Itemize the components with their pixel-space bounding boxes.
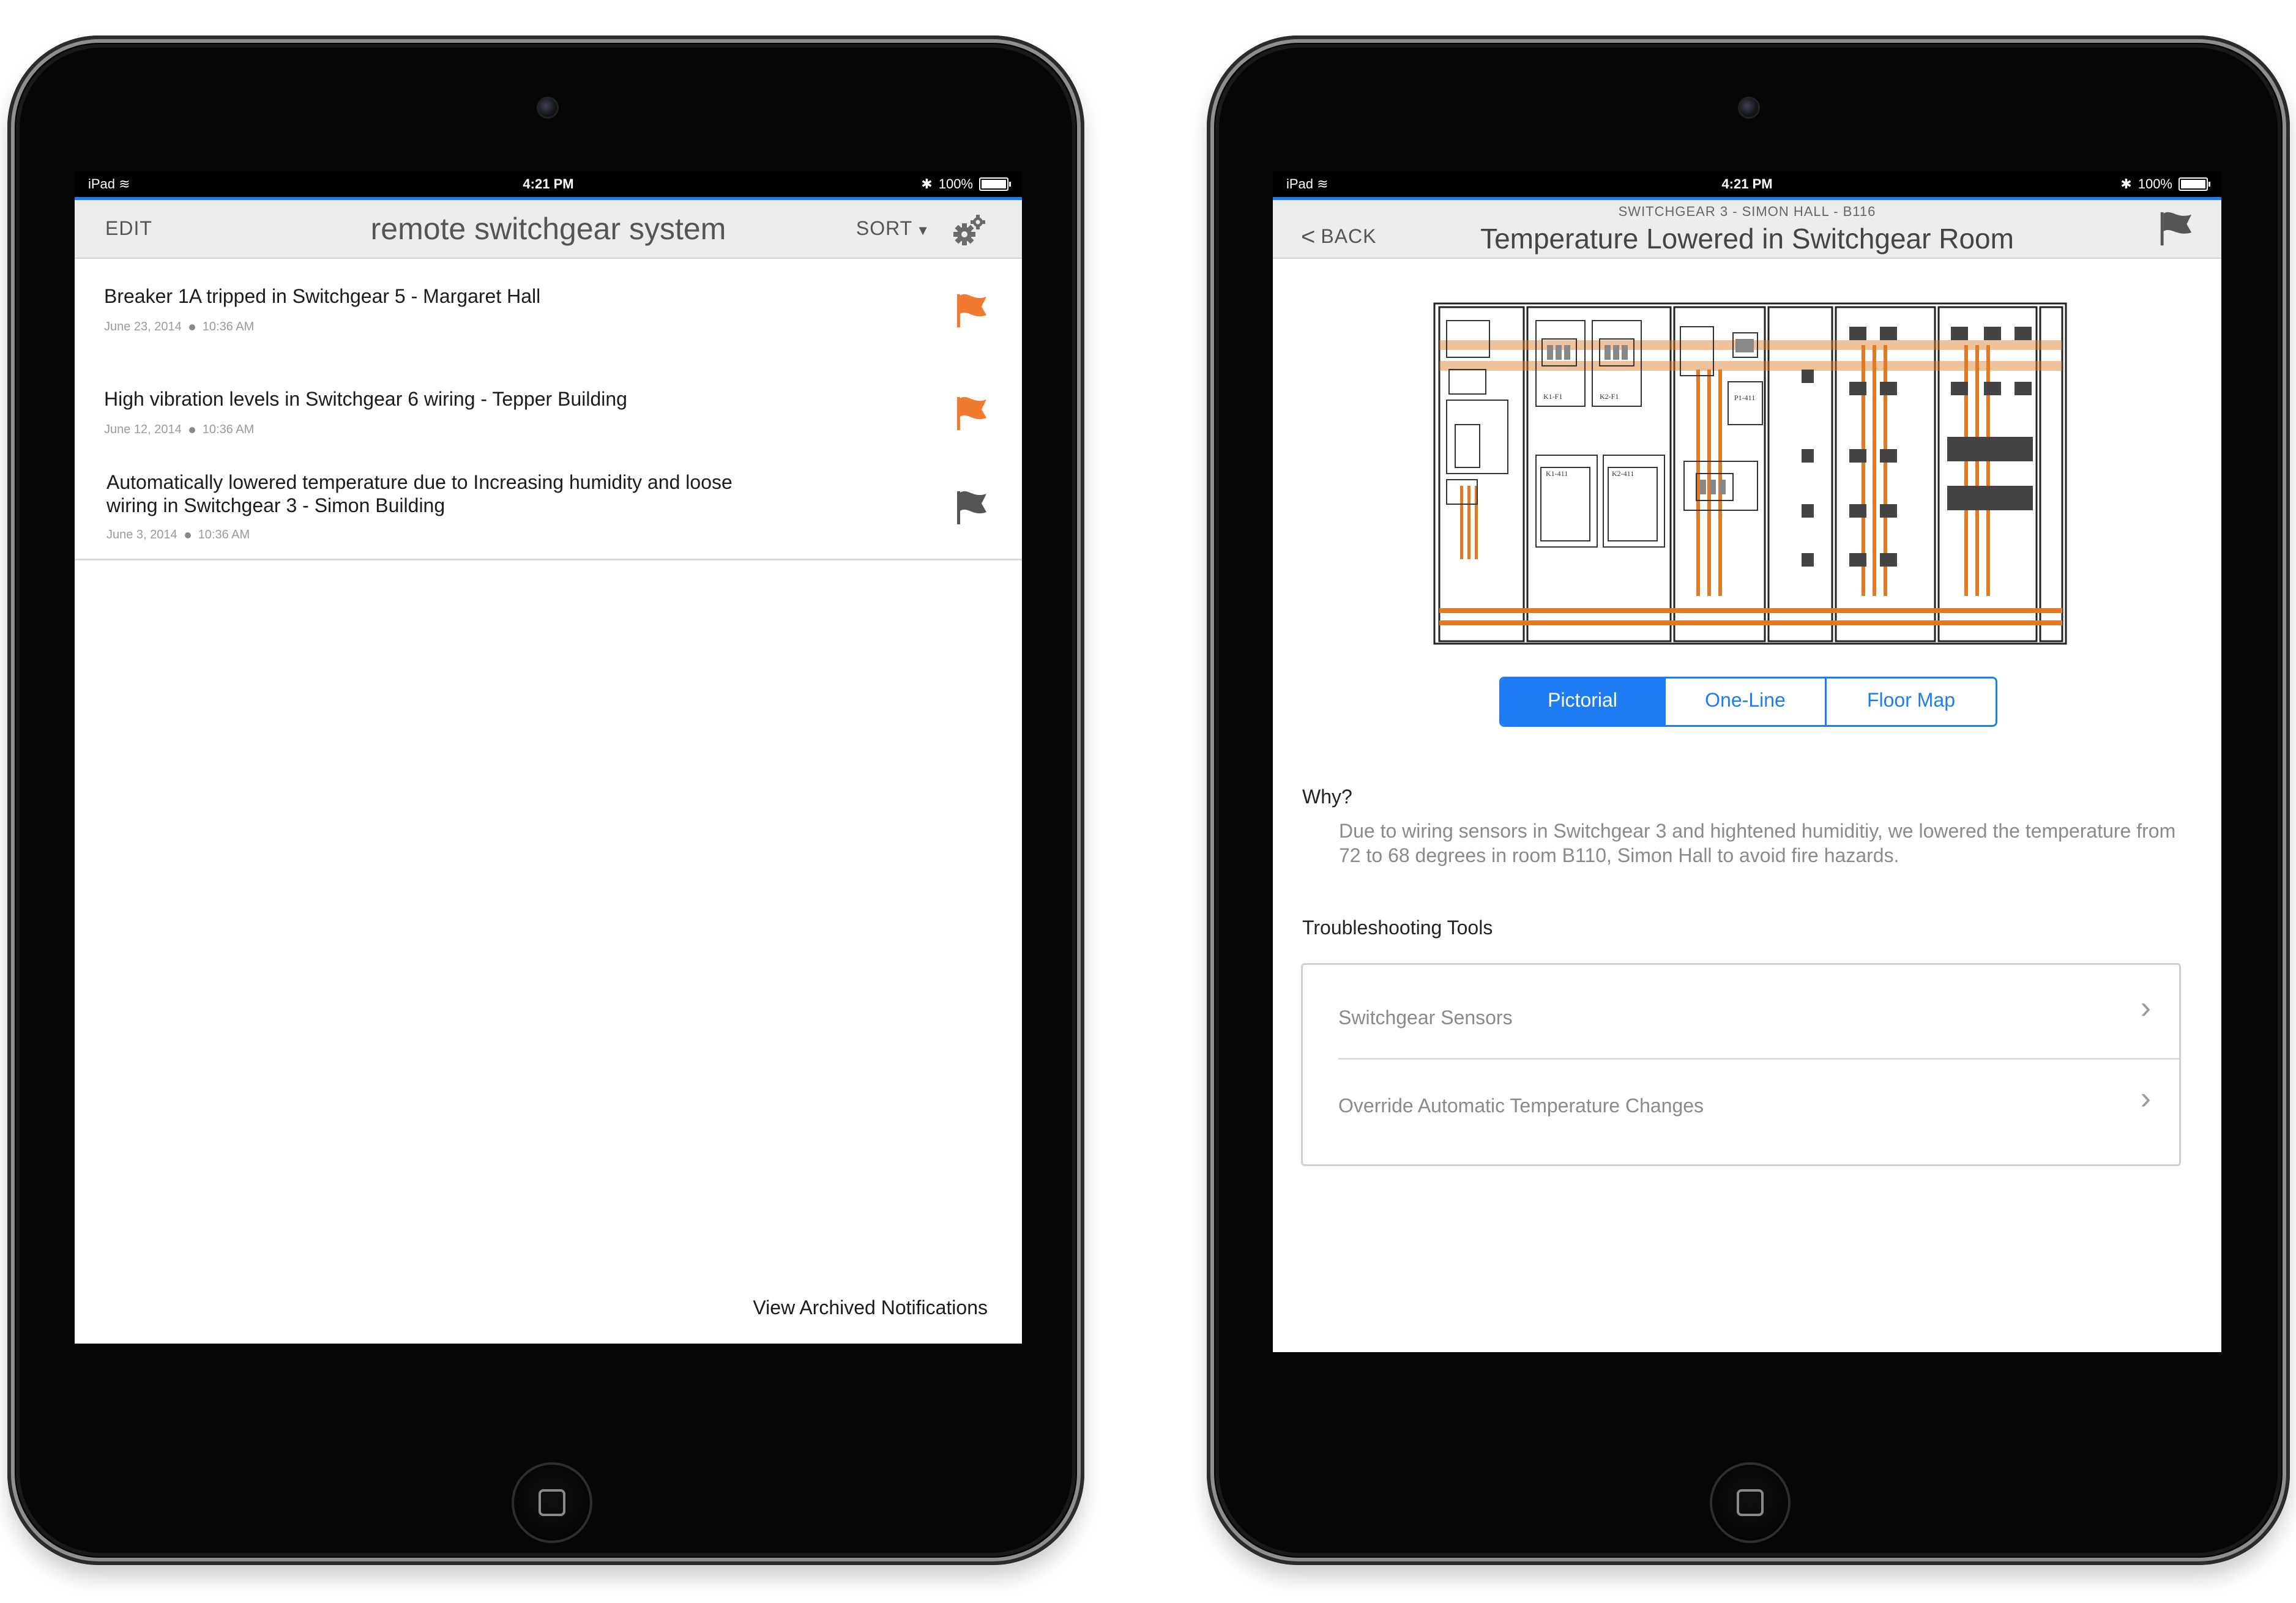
diagram-label-p1-411: P1-411	[1734, 393, 1755, 402]
left-ipad-device: iPad ≋ 4:21 PM ✱ 100% EDIT remote switch…	[7, 35, 1084, 1565]
status-time: 4:21 PM	[1721, 176, 1773, 192]
bluetooth-icon: ✱	[921, 176, 933, 192]
notification-meta: June 3, 2014 10:36 AM	[106, 528, 250, 542]
notification-row[interactable]: High vibration levels in Switchgear 6 wi…	[75, 362, 1022, 463]
nav-bar: EDIT remote switchgear system SORT ▼	[75, 200, 1022, 259]
switchgear-pictorial-diagram: K1-F1 K2-F1 K1-411 K2-411 P1-411	[1433, 302, 2067, 645]
flag-icon[interactable]	[2155, 210, 2194, 248]
flag-icon[interactable]	[951, 488, 990, 527]
tab-pictorial[interactable]: Pictorial	[1501, 679, 1664, 725]
flag-icon[interactable]	[951, 291, 990, 330]
home-button[interactable]	[512, 1462, 592, 1543]
status-time: 4:21 PM	[523, 176, 574, 192]
notification-date: June 3, 2014	[106, 528, 177, 541]
notification-title-line-2: wiring in Switchgear 3 - Simon Building	[106, 494, 445, 516]
home-square-icon	[1737, 1489, 1764, 1516]
notification-date: June 23, 2014	[104, 320, 182, 333]
tab-one-line[interactable]: One-Line	[1664, 679, 1825, 725]
tool-override-temperature[interactable]: Override Automatic Temperature Changes	[1338, 1095, 1704, 1117]
why-text: Due to wiring sensors in Switchgear 3 an…	[1339, 820, 2176, 866]
camera-icon	[1738, 97, 1760, 119]
separator-dot-icon	[188, 426, 195, 433]
notification-meta: June 23, 2014 10:36 AM	[104, 320, 254, 334]
nav-bar: < BACK SWITCHGEAR 3 - SIMON HALL - B116 T…	[1273, 200, 2221, 259]
notification-time: 10:36 AM	[198, 528, 250, 541]
list-divider	[1338, 1058, 2179, 1060]
notification-row[interactable]: Automatically lowered temperature due to…	[75, 461, 1022, 560]
bluetooth-icon: ✱	[2120, 176, 2132, 192]
right-screen: iPad ≋ 4:21 PM ✱ 100% < BACK SWITCHGEAR 3…	[1273, 171, 2221, 1352]
notification-title: High vibration levels in Switchgear 6 wi…	[104, 388, 627, 410]
view-archived-link[interactable]: View Archived Notifications	[753, 1296, 988, 1319]
battery-icon	[979, 177, 1011, 191]
page-title: Temperature Lowered in Switchgear Room	[1480, 223, 2014, 255]
status-bar: iPad ≋ 4:21 PM ✱ 100%	[1273, 171, 2221, 197]
flag-icon[interactable]	[951, 393, 990, 433]
tool-switchgear-sensors[interactable]: Switchgear Sensors	[1338, 1006, 1513, 1029]
why-heading: Why?	[1302, 786, 1352, 808]
separator-dot-icon	[188, 324, 195, 330]
notification-title: Breaker 1A tripped in Switchgear 5 - Mar…	[104, 285, 541, 307]
diagram-label-k2-f1: K2-F1	[1600, 392, 1619, 401]
status-right: ✱ 100%	[2120, 176, 2210, 192]
chevron-right-icon[interactable]: ›	[2141, 1080, 2151, 1117]
notification-meta: June 12, 2014 10:36 AM	[104, 423, 254, 437]
battery-percent: 100%	[938, 176, 973, 192]
home-square-icon	[539, 1489, 565, 1516]
view-segmented-control: Pictorial One-Line Floor Map	[1499, 677, 1997, 727]
diagram-label-k1-f1: K1-F1	[1543, 392, 1562, 401]
sort-button[interactable]: SORT ▼	[856, 217, 930, 240]
troubleshooting-tools-list: Switchgear Sensors › Override Automatic …	[1301, 963, 2181, 1166]
camera-icon	[537, 97, 559, 119]
tab-floor-map[interactable]: Floor Map	[1825, 679, 1996, 725]
notification-date: June 12, 2014	[104, 423, 182, 436]
separator-dot-icon	[184, 532, 191, 538]
sort-label: SORT	[855, 217, 913, 239]
notification-time: 10:36 AM	[202, 320, 255, 333]
notification-title: Automatically lowered temperature due to…	[106, 471, 732, 493]
status-bar: iPad ≋ 4:21 PM ✱ 100%	[75, 171, 1022, 197]
status-right: ✱ 100%	[921, 176, 1011, 192]
battery-percent: 100%	[2138, 176, 2172, 192]
caret-down-icon: ▼	[916, 223, 930, 238]
left-screen: iPad ≋ 4:21 PM ✱ 100% EDIT remote switch…	[75, 171, 1022, 1344]
battery-icon	[2179, 177, 2210, 191]
right-ipad-device: iPad ≋ 4:21 PM ✱ 100% < BACK SWITCHGEAR 3…	[1207, 35, 2290, 1565]
home-button[interactable]	[1710, 1462, 1791, 1543]
troubleshooting-heading: Troubleshooting Tools	[1302, 917, 1493, 939]
notification-row[interactable]: Breaker 1A tripped in Switchgear 5 - Mar…	[75, 259, 1022, 363]
diagram-label-k1-411: K1-411	[1546, 469, 1568, 478]
diagram-label-k2-411: K2-411	[1612, 469, 1634, 478]
chevron-right-icon[interactable]: ›	[2141, 989, 2151, 1026]
notification-time: 10:36 AM	[202, 423, 255, 436]
page-subtitle: SWITCHGEAR 3 - SIMON HALL - B116	[1618, 204, 1876, 219]
settings-gears-icon[interactable]	[951, 214, 988, 248]
